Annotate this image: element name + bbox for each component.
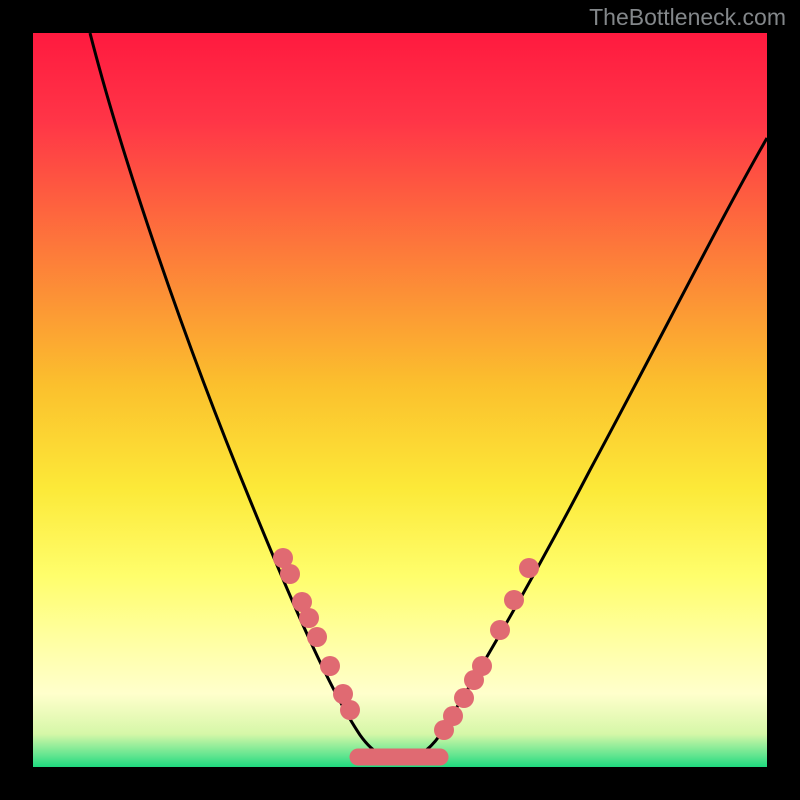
chart-container: TheBottleneck.com bbox=[0, 0, 800, 800]
chart-svg bbox=[0, 0, 800, 800]
watermark-text: TheBottleneck.com bbox=[589, 4, 786, 31]
plot-area bbox=[33, 33, 767, 767]
